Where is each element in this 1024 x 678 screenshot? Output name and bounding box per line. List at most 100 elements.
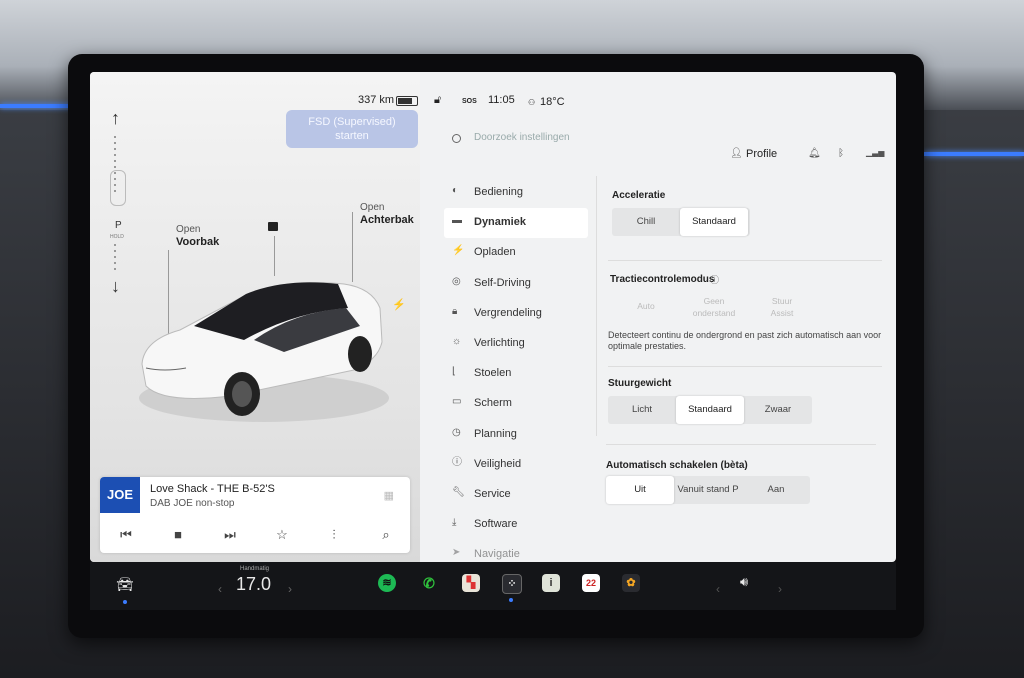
next-icon[interactable]: ⏭ [218,527,242,543]
toybox-icon[interactable]: ✿ [622,574,640,592]
nav-label: Veiligheid [474,457,522,470]
nav-item-self-driving[interactable]: ◎ Self-Driving [444,269,588,299]
front-trunk-label: Voorbak [176,236,220,248]
nav-item-veiligheid[interactable]: ⓘ Veiligheid [444,450,588,480]
traction-selector: Auto Geen onderstand Stuur Assist [612,292,816,320]
lock-status-icon[interactable]: 🔓︎ [434,94,441,107]
cabin-temperature[interactable]: 17.0 [236,574,271,595]
profile-label[interactable]: Profile [746,148,777,160]
auto-shift-vanuit-p[interactable]: Vanuit stand P [674,476,742,504]
nav-item-service[interactable]: 🔧︎ Service [444,480,588,510]
car-image [139,282,389,422]
phone-icon[interactable]: ✆ [420,574,438,592]
nav-item-opladen[interactable]: ⚡ Opladen [444,238,588,268]
volume-down-icon[interactable]: ‹ [716,582,720,596]
traction-geen-sub: onderstand [692,308,736,318]
profile-icon[interactable]: 👤︎ [730,148,743,159]
traction-geen-label: Geen [703,296,725,306]
nav-item-bediening[interactable]: ◐ Bediening [444,178,588,208]
ambient-light-right [924,152,1024,156]
nav-item-scherm[interactable]: ▭ Scherm [444,389,588,419]
active-indicator [123,600,127,604]
search-placeholder: Doorzoek instellingen [474,132,570,143]
calendar-icon[interactable]: 22 [582,574,600,592]
volume-icon[interactable]: 🔊︎ [740,574,748,590]
rear-trunk-open-label: Open [360,202,385,213]
sos-label[interactable]: SOS [462,98,477,105]
steering-zwaar[interactable]: Zwaar [744,396,812,424]
nav-item-stoelen[interactable]: ⌊ Stoelen [444,359,588,389]
section-separator [606,444,876,445]
toggle-icon: ◐ [452,185,459,196]
nav-item-software[interactable]: ⤓ Software [444,510,588,540]
auto-shift-selector: Uit Vanuit stand P Aan [606,476,810,504]
bell-icon[interactable]: 🔔︎ [808,148,821,159]
nav-label: Stoelen [474,367,512,380]
settings-divider [596,176,597,436]
unlock-icon[interactable] [268,222,278,231]
status-bar: 337 km 🔓︎ SOS 11:05 ⚇ 18°C [90,72,896,108]
acceleration-chill[interactable]: Chill [612,208,680,236]
auto-shift-uit[interactable]: Uit [606,476,674,504]
app-launcher-icon[interactable]: ⁘ [502,574,522,594]
gear-up-icon[interactable]: ↑ [111,108,120,129]
car-outline-icon [110,170,126,206]
traction-stuur[interactable]: Stuur Assist [748,292,816,320]
taskbar: 🚘︎ ‹ Handmatig 17.0 › ≋ ✆ ▚ ⁘ i 22 ✿ ‹ 🔊… [90,562,896,610]
nav-item-verlichting[interactable]: ☼ Verlichting [444,329,588,359]
navigation-icon: ➤ [452,547,461,559]
acceleration-standaard[interactable]: Standaard [680,208,748,236]
traction-stuur-sub: Assist [770,308,794,318]
nav-label: Dynamiek [474,216,526,229]
source-icon[interactable]: ▦ [384,489,394,502]
auto-shift-aan[interactable]: Aan [742,476,810,504]
steering-standaard[interactable]: Standaard [676,396,744,424]
gear-track-lower [114,244,116,274]
battery-icon [396,96,418,106]
stop-icon[interactable]: ■ [166,527,190,542]
steering-licht[interactable]: Licht [608,396,676,424]
lock-icon: 🔒︎ [452,305,458,317]
temp-down-icon[interactable]: ‹ [218,582,222,596]
light-icon: ☼ [452,335,462,347]
equalizer-icon[interactable]: ⫶ [322,527,346,543]
alert-icon: ⓘ [452,456,462,468]
nav-label: Planning [474,427,517,440]
nav-item-dynamiek[interactable]: ▬ Dynamiek [444,208,588,239]
nav-item-vergrendeling[interactable]: 🔒︎ Vergrendeling [444,299,588,329]
nav-item-navigatie[interactable]: ➤ Navigatie [444,540,588,562]
clock-time: 11:05 [488,94,515,106]
traction-auto[interactable]: Auto [612,292,680,320]
active-indicator [509,598,513,602]
traction-geen[interactable]: Geen onderstand [680,292,748,320]
fsd-start-button[interactable]: FSD (Supervised) starten [286,110,418,148]
car-icon[interactable]: 🚘︎ [116,576,134,593]
volume-up-icon[interactable]: › [778,582,782,596]
signal-icon: ▁▃▅ [866,148,885,157]
rear-trunk-button[interactable]: Open Achterbak [360,202,414,226]
spotify-icon[interactable]: ≋ [378,574,396,592]
info-icon[interactable]: ⓘ [710,273,719,286]
wrench-icon: 🔧︎ [452,486,465,498]
front-trunk-button[interactable]: Open Voorbak [176,224,219,248]
nav-item-planning[interactable]: ◷ Planning [444,420,588,450]
nav-label: Software [474,518,518,531]
section-separator [608,366,882,367]
favorite-icon[interactable]: ☆ [270,527,294,543]
gear-hold-label: HOLD [110,234,124,240]
traction-title: Tractiecontrolemodus [610,274,715,285]
temp-up-icon[interactable]: › [288,582,292,596]
previous-icon[interactable]: ⏮ [114,527,138,543]
acceleration-title: Acceleratie [612,190,666,201]
bolt-icon: ⚡ [452,245,465,257]
gear-down-icon[interactable]: ↓ [111,276,120,297]
bluetooth-icon[interactable]: ᛒ [838,148,844,159]
media-player-card[interactable]: JOE Love Shack - THE B-52'S DAB JOE non-… [100,477,410,553]
map-app-icon[interactable]: ▚ [462,574,480,592]
gear-selector[interactable]: ↑ P HOLD ↓ [106,100,132,310]
acceleration-selector: Chill Standaard [612,208,750,236]
nav-label: Navigatie [474,548,520,561]
info-app-icon[interactable]: i [542,574,560,592]
charge-port-icon[interactable]: ⚡ [392,298,406,311]
search-icon[interactable]: ⌕ [374,527,398,543]
